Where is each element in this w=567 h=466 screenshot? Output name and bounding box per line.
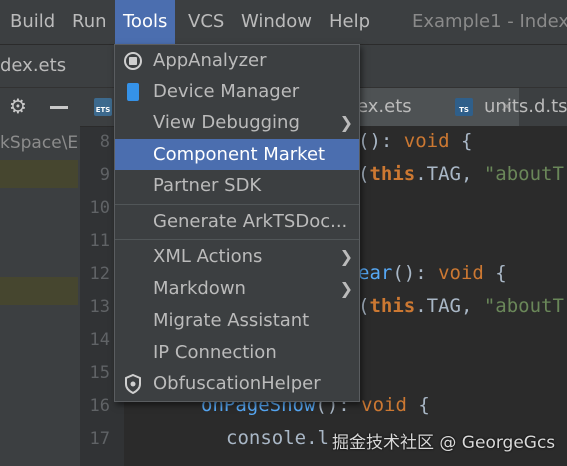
menu-item-obfuscationhelper[interactable]: ObfuscationHelper: [115, 368, 359, 399]
watermark: 掘金技术社区 @ GeorgeGcs: [332, 433, 556, 453]
code-string: "aboutT: [483, 295, 564, 317]
code-line-12: ear(): void {: [358, 262, 507, 284]
menu-tools[interactable]: Tools: [115, 0, 176, 44]
ts-file-icon: TS: [455, 98, 473, 116]
code-keyword: void: [403, 130, 450, 152]
menu-item-label: ObfuscationHelper: [153, 373, 321, 394]
line-number: 17: [89, 429, 110, 449]
menu-item-partner-sdk[interactable]: Partner SDK: [115, 170, 359, 201]
menu-window[interactable]: Window: [233, 0, 320, 44]
code-brace: {: [449, 130, 473, 152]
code-line-8: (): void {: [358, 130, 472, 152]
menu-vcs[interactable]: VCS: [180, 0, 232, 44]
menu-item-label: View Debugging: [153, 112, 300, 133]
window-title: Example1 - Index.e: [412, 11, 567, 32]
tree-row-highlight[interactable]: [0, 160, 78, 188]
line-number: 11: [89, 231, 110, 251]
menu-help[interactable]: Help: [321, 0, 378, 44]
menu-item-xml-actions[interactable]: XML Actions ❯: [115, 241, 359, 272]
tab-units-label[interactable]: units.d.ts: [484, 88, 567, 126]
menu-item-migrate-assistant[interactable]: Migrate Assistant: [115, 305, 359, 336]
code-member: .TAG,: [415, 163, 484, 185]
menu-item-label: Device Manager: [153, 81, 300, 102]
menu-item-component-market[interactable]: Component Market: [115, 139, 359, 170]
chevron-right-icon: ❯: [339, 113, 353, 132]
menu-item-label: Markdown: [153, 278, 246, 299]
device-icon: [127, 83, 139, 101]
current-file-label[interactable]: dex.ets: [0, 45, 66, 87]
code-punct: ():: [358, 130, 404, 152]
tree-row-highlight[interactable]: [0, 277, 78, 305]
line-number: 8: [99, 132, 110, 152]
line-number: 9: [99, 165, 110, 185]
menu-separator: [115, 239, 359, 240]
menu-item-label: Migrate Assistant: [153, 310, 310, 331]
code-punct: ():: [392, 262, 439, 284]
menu-item-device-manager[interactable]: Device Manager: [115, 76, 359, 107]
line-number: 14: [89, 330, 110, 350]
menu-item-markdown[interactable]: Markdown ❯: [115, 273, 359, 304]
app-analyzer-icon: [124, 52, 142, 70]
minimize-icon[interactable]: [50, 106, 68, 109]
code-line-13: (this.TAG, "aboutT: [358, 295, 564, 317]
menu-build[interactable]: Build: [2, 0, 63, 44]
menu-item-generate-arktsdoc[interactable]: Generate ArkTSDoc...: [115, 206, 359, 237]
code-line-9: (this.TAG, "aboutT: [358, 163, 564, 185]
line-number: 15: [89, 363, 110, 383]
code-this: this: [369, 163, 416, 185]
project-panel-toolbar: ⚙: [0, 88, 80, 126]
menu-item-ip-connection[interactable]: IP Connection: [115, 337, 359, 368]
code-keyword: void: [361, 394, 407, 416]
menu-item-label: AppAnalyzer: [153, 50, 267, 71]
chevron-right-icon: ❯: [339, 247, 353, 266]
line-number: 13: [89, 297, 110, 317]
code-brace: {: [483, 262, 507, 284]
tab-index-label[interactable]: ex.ets: [357, 88, 412, 126]
code-keyword: void: [438, 262, 484, 284]
tools-menu: AppAnalyzer Device Manager View Debuggin…: [114, 44, 360, 402]
code-member: .TAG,: [415, 295, 484, 317]
menu-run[interactable]: Run: [64, 0, 115, 44]
menu-item-label: Partner SDK: [153, 175, 262, 196]
shield-icon: [125, 374, 141, 394]
code-function: ear: [358, 262, 393, 284]
project-panel: ⚙ kSpace\E: [0, 88, 81, 466]
menu-item-label: XML Actions: [153, 246, 263, 267]
line-number: 12: [89, 264, 110, 284]
ets-file-icon: ETS: [94, 98, 112, 116]
gear-icon[interactable]: ⚙: [9, 94, 27, 118]
code-line-17: console.l: [226, 427, 329, 449]
line-number: 16: [89, 396, 110, 416]
code-this: this: [369, 295, 416, 317]
menu-separator: [115, 204, 359, 205]
menu-item-label: Component Market: [153, 144, 326, 165]
chevron-right-icon: ❯: [339, 279, 353, 298]
project-path: kSpace\E: [0, 133, 79, 153]
menu-item-view-debugging[interactable]: View Debugging ❯: [115, 107, 359, 138]
line-number: 10: [89, 198, 110, 218]
code-string: "aboutT: [483, 163, 564, 185]
menu-item-label: IP Connection: [153, 342, 277, 363]
menu-item-appanalyzer[interactable]: AppAnalyzer: [115, 45, 359, 76]
code-brace: {: [406, 394, 430, 416]
menu-item-label: Generate ArkTSDoc...: [153, 211, 348, 232]
menu-bar: Build Run Tools VCS Window Help Example1…: [0, 0, 567, 45]
